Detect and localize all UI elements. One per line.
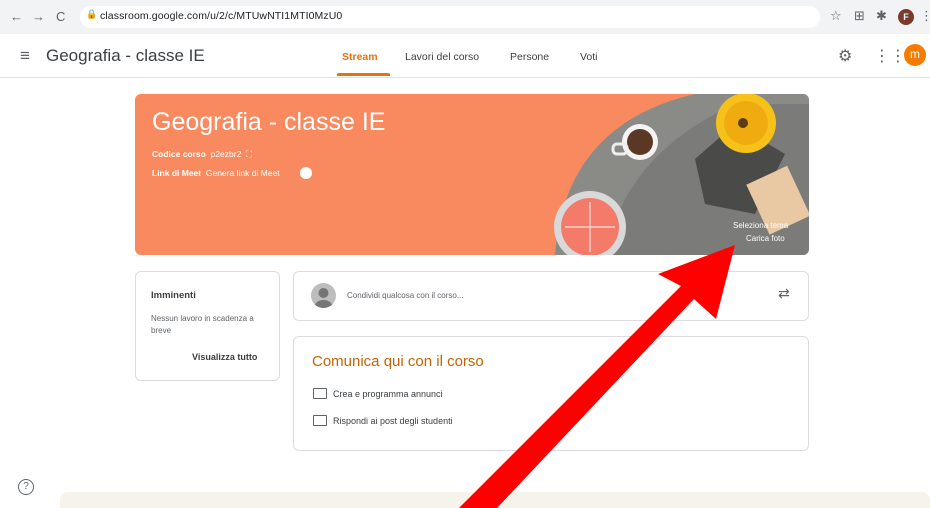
annotation-arrow [459, 245, 735, 508]
red-arrow-shape [459, 245, 735, 508]
